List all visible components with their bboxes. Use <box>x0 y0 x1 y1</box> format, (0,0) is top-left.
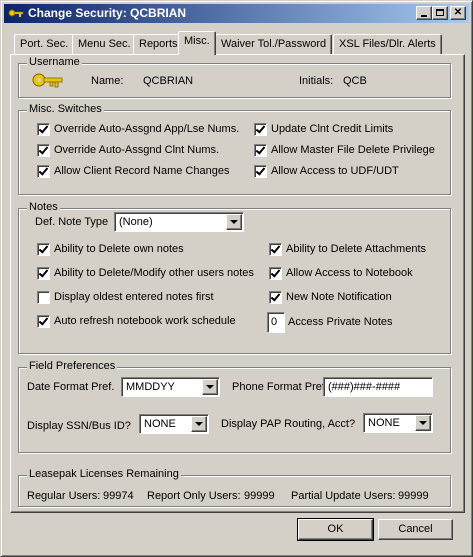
title-bar[interactable]: Change Security: QCBRIAN ✕ <box>4 4 469 23</box>
initials-value: QCB <box>343 75 367 87</box>
access-private-notes-input[interactable]: 0 <box>267 312 285 333</box>
ssn-bus-id-select[interactable]: NONE <box>139 414 209 434</box>
chevron-down-icon[interactable] <box>191 416 207 432</box>
tab-misc[interactable]: Misc. <box>178 31 216 55</box>
new-note-notification-label: New Note Notification <box>286 291 392 303</box>
date-format-value: MMDDYY <box>126 381 175 393</box>
ssn-bus-id-value: NONE <box>144 418 176 430</box>
tab-label: Menu Sec. <box>78 38 131 50</box>
oldest-notes-first-checkbox[interactable] <box>37 291 50 304</box>
def-note-type-select[interactable]: (None) <box>114 212 244 232</box>
cancel-button[interactable]: Cancel <box>378 519 453 540</box>
tab-label: XSL Files/Dlr. Alerts <box>339 38 436 50</box>
delete-other-notes-checkbox[interactable] <box>37 267 50 280</box>
name-value: QCBRIAN <box>143 75 194 87</box>
update-credit-limits-label: Update Clnt Credit Limits <box>271 123 394 135</box>
delete-own-notes-checkbox[interactable] <box>37 243 50 256</box>
regular-users-label: Regular Users: <box>27 490 101 502</box>
maximize-button[interactable] <box>432 6 448 20</box>
override-app-lse-label: Override Auto-Assgnd App/Lse Nums. <box>54 123 240 135</box>
tab-waiver-tol-password[interactable]: Waiver Tol./Password <box>215 34 333 54</box>
minimize-icon <box>421 15 427 17</box>
group-legend: Field Preferences <box>27 360 118 372</box>
chevron-down-icon[interactable] <box>202 379 218 395</box>
group-legend: Username <box>27 56 82 68</box>
group-legend: Leasepak Licenses Remaining <box>27 468 181 480</box>
access-notebook-checkbox[interactable] <box>269 267 282 280</box>
auto-refresh-label: Auto refresh notebook work schedule <box>54 315 236 327</box>
phone-format-input[interactable]: (###)###-#### <box>323 377 433 397</box>
allow-name-changes-checkbox[interactable] <box>37 165 50 178</box>
tab-label: Waiver Tol./Password <box>221 38 327 50</box>
pap-routing-label: Display PAP Routing, Acct? <box>221 418 356 430</box>
update-credit-limits-checkbox[interactable] <box>254 123 267 136</box>
group-legend: Misc. Switches <box>27 103 104 115</box>
window-title: Change Security: QCBRIAN <box>28 6 187 20</box>
partial-update-value: 99999 <box>398 490 429 502</box>
access-private-notes-label: Access Private Notes <box>288 316 393 328</box>
username-group: Username <box>18 56 451 98</box>
date-format-label: Date Format Pref. <box>27 381 115 393</box>
tab-menu-sec[interactable]: Menu Sec. <box>72 34 137 54</box>
access-udf-udt-checkbox[interactable] <box>254 165 267 178</box>
auto-refresh-checkbox[interactable] <box>37 315 50 328</box>
ssn-bus-id-label: Display SSN/Bus ID? <box>27 420 131 432</box>
def-note-type-value: (None) <box>119 216 153 228</box>
minimize-button[interactable] <box>416 6 432 20</box>
key-icon <box>8 7 24 22</box>
tab-reports[interactable]: Reports <box>133 34 184 54</box>
phone-format-label: Phone Format Pref. <box>232 381 328 393</box>
initials-label: Initials: <box>299 75 334 87</box>
override-app-lse-checkbox[interactable] <box>37 123 50 136</box>
chevron-down-icon[interactable] <box>415 415 431 431</box>
ok-button[interactable]: OK <box>297 518 374 541</box>
access-udf-udt-label: Allow Access to UDF/UDT <box>271 165 399 177</box>
delete-own-notes-label: Ability to Delete own notes <box>54 243 184 255</box>
chevron-down-icon[interactable] <box>226 214 242 230</box>
oldest-notes-first-label: Display oldest entered notes first <box>54 291 214 303</box>
group-legend: Notes <box>27 201 60 213</box>
tab-xsl-files[interactable]: XSL Files/Dlr. Alerts <box>333 34 442 54</box>
access-private-value: 0 <box>271 316 278 328</box>
def-note-type-label: Def. Note Type <box>35 216 109 228</box>
tab-label: Port. Sec. <box>20 38 69 50</box>
tab-port-sec[interactable]: Port. Sec. <box>14 34 75 54</box>
report-only-label: Report Only Users: <box>147 490 241 502</box>
override-clnt-nums-checkbox[interactable] <box>37 144 50 157</box>
tab-label: Misc. <box>184 35 210 47</box>
pap-routing-select[interactable]: NONE <box>363 413 433 433</box>
close-button[interactable]: ✕ <box>450 6 466 20</box>
tab-label: Reports <box>139 38 178 50</box>
keys-icon <box>31 71 65 96</box>
partial-update-label: Partial Update Users: <box>291 490 396 502</box>
override-clnt-nums-label: Override Auto-Assgnd Clnt Nums. <box>54 144 220 156</box>
delete-attachments-checkbox[interactable] <box>269 243 282 256</box>
maximize-icon <box>436 9 444 16</box>
new-note-notification-checkbox[interactable] <box>269 291 282 304</box>
delete-attachments-label: Ability to Delete Attachments <box>286 243 427 255</box>
delete-other-notes-label: Ability to Delete/Modify other users not… <box>54 267 254 279</box>
pap-routing-value: NONE <box>368 417 400 429</box>
phone-format-value: (###)###-#### <box>328 381 401 393</box>
regular-users-value: 99974 <box>103 490 134 502</box>
close-icon: ✕ <box>453 7 463 18</box>
name-label: Name: <box>91 75 124 87</box>
change-security-window: Change Security: QCBRIAN ✕ Port. Sec. Me… <box>0 0 473 557</box>
date-format-select[interactable]: MMDDYY <box>121 377 220 397</box>
master-file-delete-label: Allow Master File Delete Privilege <box>271 144 435 156</box>
report-only-value: 99999 <box>244 490 275 502</box>
access-notebook-label: Allow Access to Notebook <box>286 267 413 279</box>
master-file-delete-checkbox[interactable] <box>254 144 267 157</box>
allow-name-changes-label: Allow Client Record Name Changes <box>54 165 230 177</box>
